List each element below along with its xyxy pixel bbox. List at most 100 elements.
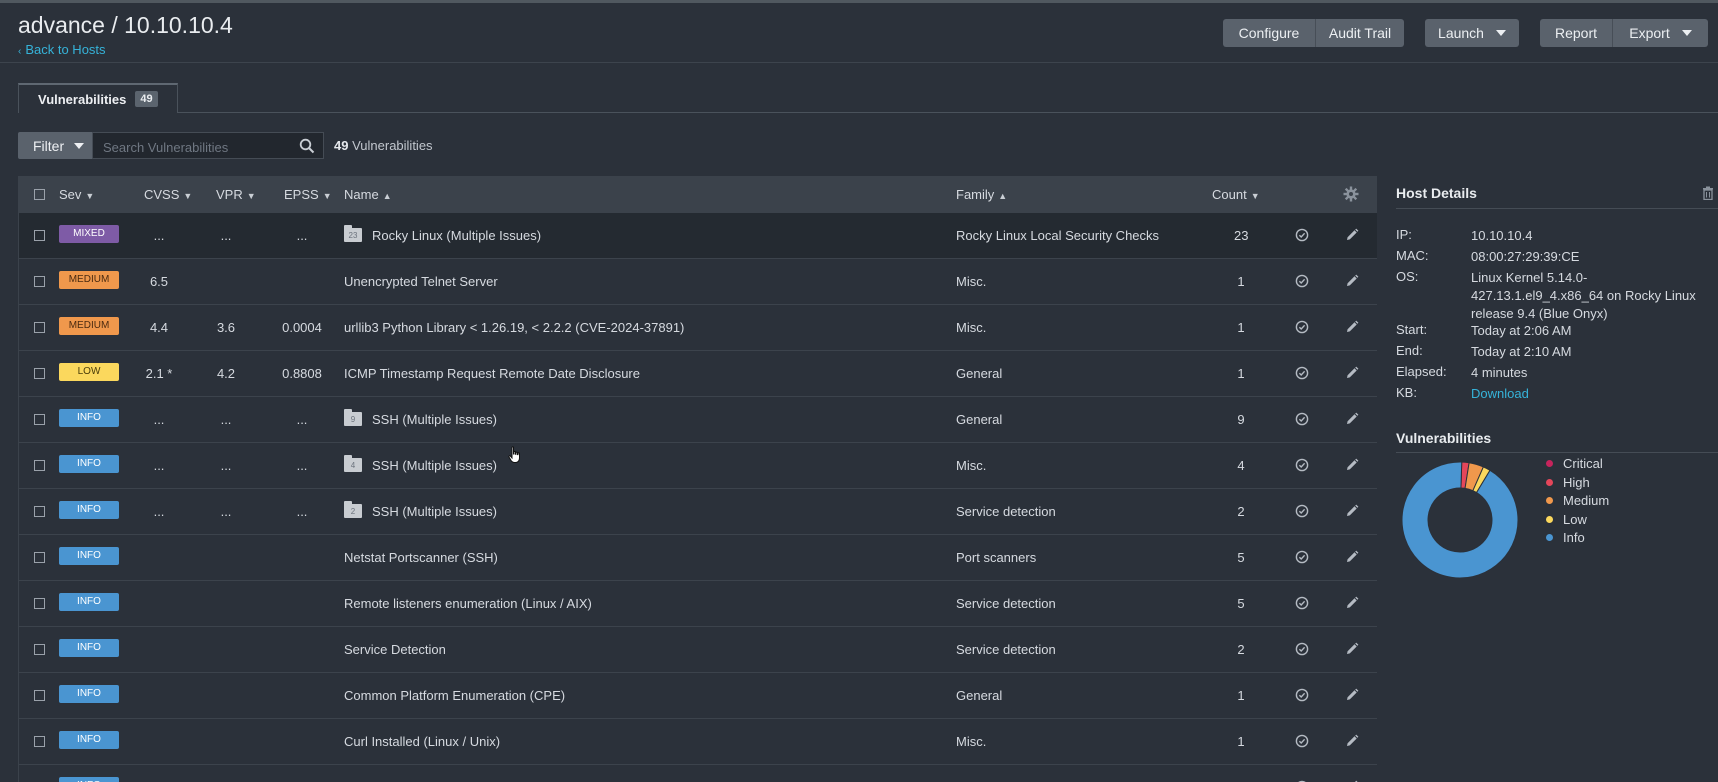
pencil-icon[interactable] [1345,320,1359,334]
pencil-icon[interactable] [1345,504,1359,518]
name-cell[interactable]: Netstat Portscanner (SSH) [344,550,498,565]
row-checkbox[interactable] [34,414,45,425]
snooze-check-icon[interactable] [1295,274,1309,288]
family-cell: Misc. [956,274,987,289]
select-all-checkbox[interactable] [34,189,45,200]
snooze-check-icon[interactable] [1295,642,1309,656]
snooze-check-icon[interactable] [1295,734,1309,748]
column-header-cvss[interactable]: CVSS ▼ [144,187,192,202]
table-row[interactable]: INFO......... 9 SSH (Multiple Issues) Gener… [19,397,1377,443]
export-button[interactable]: Export [1612,19,1708,47]
name-cell[interactable]: 4 SSH (Multiple Issues) [344,455,497,473]
name-cell[interactable]: Curl Installed (Linux / Unix) [344,734,500,749]
gear-icon[interactable] [1343,186,1359,202]
name-cell[interactable]: Remote listeners enumeration (Linux / AI… [344,596,592,611]
search-input[interactable] [101,137,295,157]
snooze-check-icon[interactable] [1295,504,1309,518]
filter-button[interactable]: Filter [18,132,92,159]
legend-item-critical[interactable]: Critical [1546,456,1603,471]
report-button[interactable]: Report [1540,19,1612,47]
pencil-icon[interactable] [1345,734,1359,748]
family-cell: Service detection [956,642,1056,657]
snooze-check-icon[interactable] [1295,412,1309,426]
snooze-check-icon[interactable] [1295,320,1309,334]
row-checkbox[interactable] [34,368,45,379]
row-checkbox[interactable] [34,736,45,747]
column-header-count[interactable]: Count ▼ [1212,187,1260,202]
severity-badge: INFO [59,547,119,565]
tabs-divider [18,112,1718,113]
table-row[interactable]: MEDIUM 4.4 3.6 0.0004 urllib3 Python Library… [19,305,1377,351]
snooze-check-icon[interactable] [1295,550,1309,564]
row-checkbox[interactable] [34,552,45,563]
legend-item-low[interactable]: Low [1546,512,1587,527]
pencil-icon[interactable] [1345,228,1359,242]
download-link[interactable]: Download [1471,385,1701,403]
snooze-check-icon[interactable] [1295,228,1309,242]
name-cell[interactable]: ICMP Timestamp Request Remote Date Discl… [344,366,640,381]
name-cell[interactable]: 2 SSH (Multiple Issues) [344,501,497,519]
pencil-icon[interactable] [1345,596,1359,610]
row-checkbox[interactable] [34,460,45,471]
tab-vulnerabilities[interactable]: Vulnerabilities 49 [18,83,178,113]
name-cell[interactable]: 23 Rocky Linux (Multiple Issues) [344,225,542,243]
snooze-check-icon[interactable] [1295,458,1309,472]
pencil-icon[interactable] [1345,366,1359,380]
pencil-icon[interactable] [1345,458,1359,472]
launch-button[interactable]: Launch [1425,19,1519,47]
folder-icon: 2 [344,501,362,518]
pencil-icon[interactable] [1345,412,1359,426]
column-header-epss[interactable]: EPSS ▼ [284,187,332,202]
column-header-family[interactable]: Family ▲ [956,187,1007,202]
table-row[interactable]: INFO Netstat Portscanner (SSH) Port scanne… [19,535,1377,581]
column-header-sev[interactable]: Sev ▼ [59,187,94,202]
audit-trail-button[interactable]: Audit Trail [1315,19,1404,47]
name-cell[interactable]: Service Detection [344,642,446,657]
name-cell[interactable]: Unencrypted Telnet Server [344,274,498,289]
pencil-icon[interactable] [1345,550,1359,564]
vulnerability-name: Rocky Linux (Multiple Issues) [372,228,542,243]
snooze-check-icon[interactable] [1295,596,1309,610]
table-row[interactable]: INFO......... 4 SSH (Multiple Issues) Misc.… [19,443,1377,489]
name-cell[interactable]: 9 SSH (Multiple Issues) [344,409,497,427]
row-checkbox[interactable] [34,644,45,655]
name-cell[interactable]: Common Platform Enumeration (CPE) [344,688,565,703]
table-row[interactable]: INFO Remote listeners enumeration (Linux … [19,581,1377,627]
folder-icon: 9 [344,409,362,426]
legend-item-medium[interactable]: Medium [1546,493,1609,508]
vulnerability-name: Common Platform Enumeration (CPE) [344,688,566,703]
legend-item-high[interactable]: High [1546,475,1590,490]
pencil-icon[interactable] [1345,274,1359,288]
table-row[interactable]: LOW 2.1 * 4.2 0.8808 ICMP Timestamp Request … [19,351,1377,397]
row-checkbox[interactable] [34,506,45,517]
table-row[interactable]: INFO Service Detection Service detection 2 [19,627,1377,673]
table-row[interactable]: INFO......... 2 SSH (Multiple Issues) Servi… [19,489,1377,535]
table-row[interactable]: MIXED......... 23 Rocky Linux (Multiple Is… [19,213,1377,259]
pencil-icon[interactable] [1345,642,1359,656]
chevron-left-icon: ‹ [18,46,22,57]
configure-button[interactable]: Configure [1223,19,1315,47]
row-checkbox[interactable] [34,322,45,333]
row-checkbox[interactable] [34,276,45,287]
pencil-icon[interactable] [1345,688,1359,702]
table-row[interactable]: INFO Common Platform Enumeration (CPE) Gen… [19,673,1377,719]
column-header-vpr[interactable]: VPR ▼ [216,187,256,202]
trash-icon[interactable] [1702,186,1714,200]
chevron-down-icon [1495,30,1506,36]
table-row[interactable]: INFO [19,765,1377,782]
search-icon[interactable] [299,138,315,154]
count-cell: 1 [1237,366,1245,381]
row-checkbox[interactable] [34,690,45,701]
snooze-check-icon[interactable] [1295,688,1309,702]
table-row[interactable]: INFO Curl Installed (Linux / Unix) Misc. 1 [19,719,1377,765]
legend-dot [1546,497,1553,504]
row-checkbox[interactable] [34,598,45,609]
row-checkbox[interactable] [34,230,45,241]
table-row[interactable]: MEDIUM 6.5 Unencrypted Telnet Server Misc. 1 [19,259,1377,305]
name-cell[interactable]: urllib3 Python Library < 1.26.19, < 2.2.… [344,320,684,335]
snooze-check-icon[interactable] [1295,366,1309,380]
donut-slice-info[interactable] [1402,462,1518,578]
legend-item-info[interactable]: Info [1546,530,1585,545]
column-header-name[interactable]: Name ▲ [344,187,392,202]
back-to-hosts-link[interactable]: ‹ Back to Hosts [18,42,106,57]
